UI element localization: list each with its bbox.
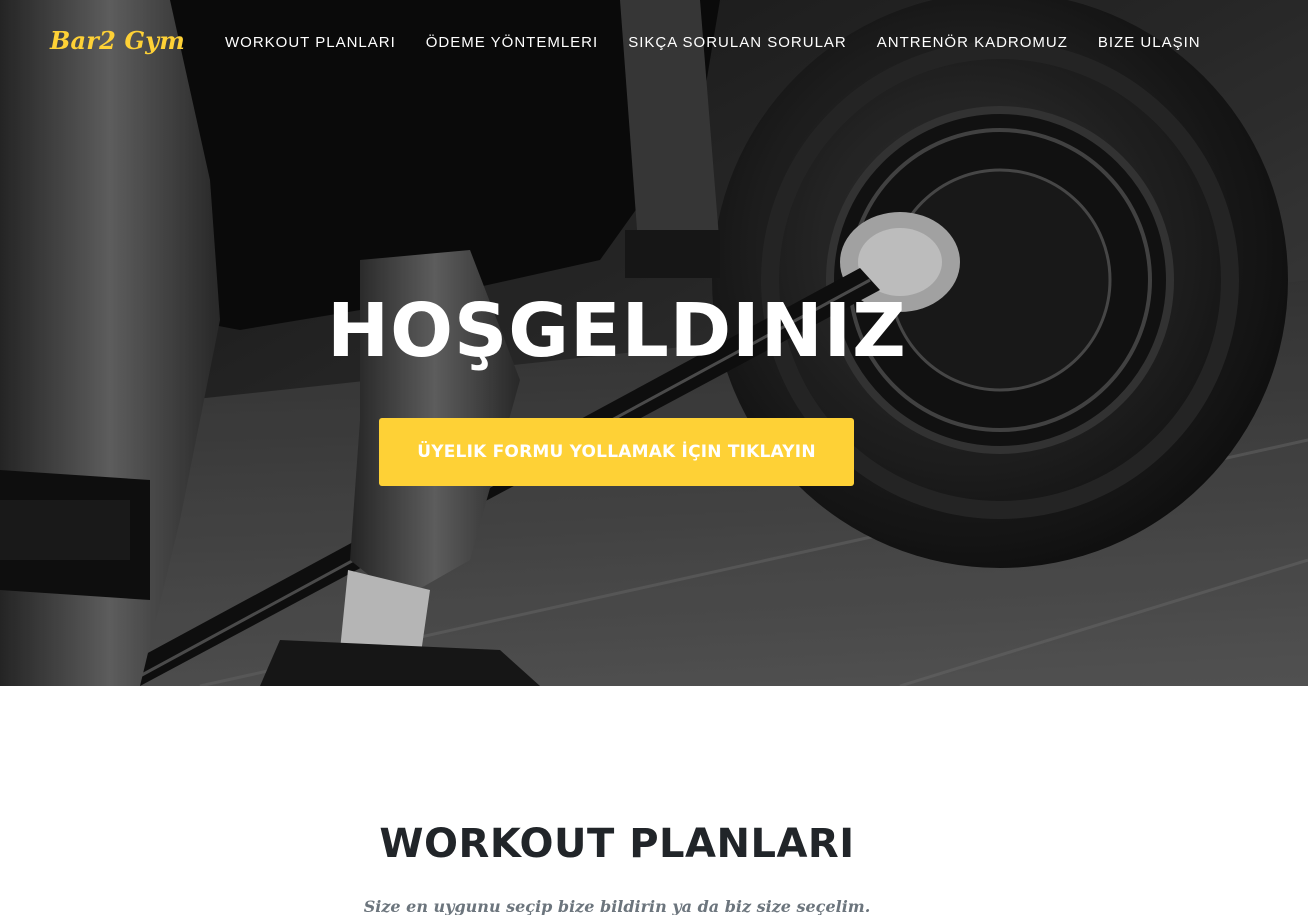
workout-plans-section: WORKOUT PLANLARI Size en uygunu seçip bi… (0, 686, 1308, 915)
brand-logo[interactable]: Bar2 Gym (50, 26, 185, 55)
nav-item: ÖDEME YÖNTEMLERI (411, 34, 613, 52)
nav-link-bize-ulasin[interactable]: BIZE ULAŞIN (1083, 34, 1216, 52)
nav-item: WORKOUT PLANLARI (210, 34, 411, 52)
nav-link-sikca-sorulan-sorular[interactable]: SIKÇA SORULAN SORULAR (613, 34, 862, 52)
nav-link-odeme-yontemleri[interactable]: ÖDEME YÖNTEMLERI (411, 34, 613, 52)
membership-form-button[interactable]: ÜYELIK FORMU YOLLAMAK İÇIN TIKLAYIN (379, 418, 854, 486)
main-navbar: Bar2 Gym WORKOUT PLANLARI ÖDEME YÖNTEMLE… (0, 0, 1308, 86)
section-subheading: Size en uygunu seçip bize bildirin ya da… (363, 897, 871, 915)
nav-item: ANTRENÖR KADROMUZ (862, 34, 1083, 52)
section-heading: WORKOUT PLANLARI (379, 821, 855, 867)
hero-masthead: Bar2 Gym WORKOUT PLANLARI ÖDEME YÖNTEMLE… (0, 0, 1308, 686)
nav-menu: WORKOUT PLANLARI ÖDEME YÖNTEMLERI SIKÇA … (210, 34, 1216, 52)
hero-heading: HOŞGELDINIZ (327, 288, 907, 374)
nav-link-workout-planlari[interactable]: WORKOUT PLANLARI (210, 34, 411, 52)
nav-link-antrenor-kadromuz[interactable]: ANTRENÖR KADROMUZ (862, 34, 1083, 52)
nav-item: SIKÇA SORULAN SORULAR (613, 34, 862, 52)
nav-item: BIZE ULAŞIN (1083, 34, 1216, 52)
